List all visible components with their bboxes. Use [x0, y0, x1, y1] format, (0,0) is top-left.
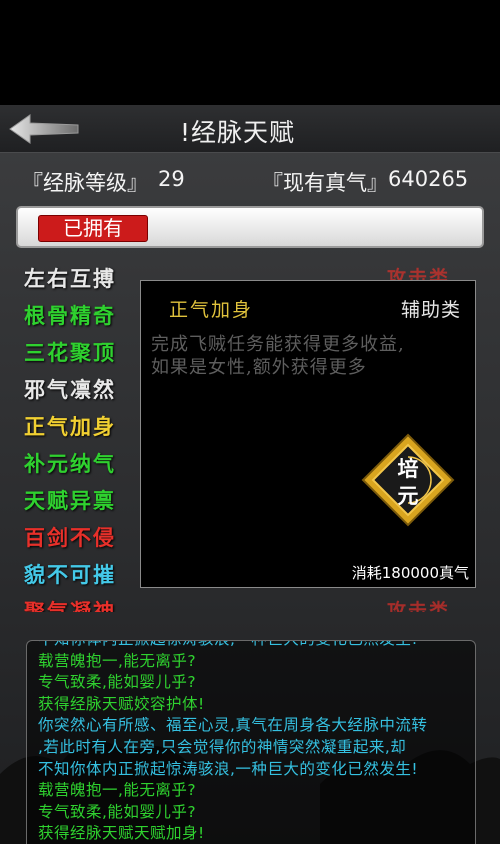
cultivate-label: 培 元 [361, 455, 455, 509]
log-line: 不知你体内正掀起惊涛骇浪,一种巨大的变化已然发生! [38, 759, 419, 778]
talent-item[interactable]: 根骨精奇 [24, 300, 154, 337]
level-value: 29 [158, 167, 185, 191]
talent-type-label: 攻击类 [387, 600, 451, 612]
owned-filter-bar[interactable]: 已拥有 [16, 206, 484, 248]
back-button[interactable] [8, 113, 80, 145]
page-title: !经脉天赋 [180, 118, 296, 147]
log-line: 载营魄抱一,能无离乎? [38, 781, 197, 800]
talent-item[interactable]: 貌不可摧 [24, 559, 154, 596]
energy-label: 『现有真气』 [262, 171, 388, 195]
cultivate-button[interactable]: 培 元 [361, 433, 455, 527]
log-line: 专气致柔,能如婴儿乎? [38, 673, 197, 692]
message-log-lines: 不知你体内正掀起惊涛骇浪,一种巨大的变化已然发生!载营魄抱一,能无离乎?专气致柔… [38, 641, 468, 844]
popup-talent-name: 正气加身 [169, 299, 254, 321]
log-line: 获得经脉天赋姣容护体! [38, 694, 205, 713]
header-bar: !经脉天赋 [0, 105, 500, 153]
log-line: 不知你体内正掀起惊涛骇浪,一种巨大的变化已然发生! [38, 641, 468, 651]
energy-value: 640265 [388, 167, 469, 191]
owned-tab[interactable]: 已拥有 [38, 215, 148, 242]
talent-item[interactable]: 天赋异禀 [24, 485, 154, 522]
talent-item[interactable]: 三花聚顶 [24, 337, 154, 374]
talent-item[interactable]: 邪气凛然 [24, 374, 154, 411]
talent-list: 左右互搏 根骨精奇 三花聚顶 邪气凛然 正气加身 补元纳气 天赋异禀 百剑不侵 貌不可摧 聚气凝神 [24, 263, 154, 612]
popup-desc-line: 完成飞贼任务能获得更多收益, [151, 334, 405, 355]
talent-item[interactable]: 聚气凝神 [24, 596, 154, 612]
talent-item[interactable]: 补元纳气 [24, 448, 154, 485]
popup-talent-type: 辅助类 [400, 299, 461, 321]
back-arrow-icon [9, 114, 79, 144]
level-label: 『经脉等级』 [22, 171, 148, 195]
log-line: 载营魄抱一,能无离乎? [38, 651, 197, 670]
cultivate-label-line: 元 [397, 483, 419, 508]
talent-item[interactable]: 正气加身 [24, 411, 154, 448]
log-line: 获得经脉天赋天赋加身! [38, 824, 205, 843]
message-log[interactable]: 不知你体内正掀起惊涛骇浪,一种巨大的变化已然发生!载营魄抱一,能无离乎?专气致柔… [26, 640, 476, 844]
cost-text: 消耗180000真气 [351, 564, 469, 582]
status-area [0, 0, 500, 105]
log-line: ,若此时有人在旁,只会觉得你的神情突然凝重起来,却 [38, 737, 407, 756]
log-line: 专气致柔,能如婴儿乎? [38, 802, 197, 821]
talent-item[interactable]: 左右互搏 [24, 263, 154, 300]
game-screen: !经脉天赋 『经脉等级』 29 『现有真气』 640265 已拥有 左右互搏 根骨… [0, 105, 500, 844]
log-line: 你突然心有所感、福至心灵,真气在周身各大经脉中流转 [38, 716, 428, 735]
cultivate-label-line: 培 [397, 456, 419, 481]
talent-detail-popup: 正气加身 辅助类 完成飞贼任务能获得更多收益, 如果是女性,额外获得更多 培 元… [140, 280, 476, 588]
talent-item[interactable]: 百剑不侵 [24, 522, 154, 559]
popup-desc-line: 如果是女性,额外获得更多 [151, 357, 367, 378]
popup-description: 完成飞贼任务能获得更多收益, 如果是女性,额外获得更多 [151, 333, 467, 379]
